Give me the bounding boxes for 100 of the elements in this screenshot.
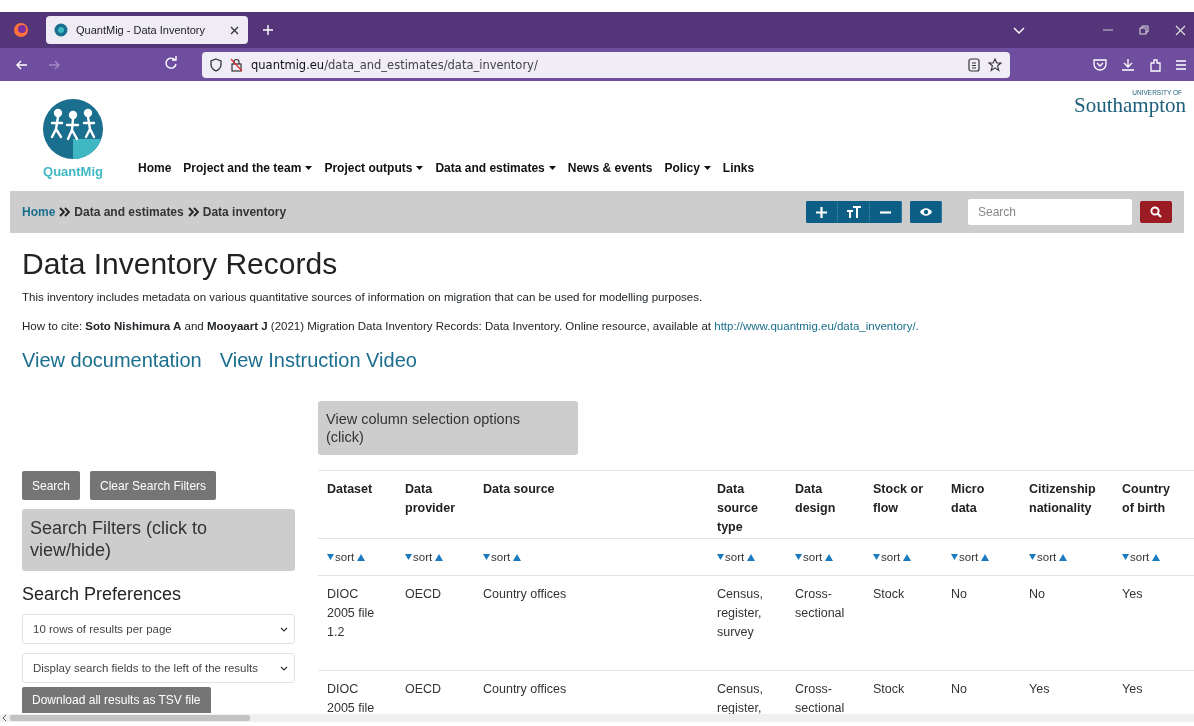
sort-up-icon[interactable]: [981, 553, 990, 561]
close-icon[interactable]: [229, 24, 240, 36]
nav-link[interactable]: Project outputs: [324, 161, 424, 175]
sort-label[interactable]: sort: [413, 551, 433, 563]
restore-icon[interactable]: [1139, 25, 1149, 35]
download-button[interactable]: Download all results as TSV file: [22, 687, 211, 713]
column-options-toggle[interactable]: View column selection options (click): [318, 401, 578, 455]
eye-icon: [918, 207, 933, 217]
chevron-down-icon[interactable]: [1013, 25, 1025, 35]
sort-up-icon[interactable]: [1059, 553, 1068, 561]
site-name: QuantMig: [43, 164, 103, 179]
sort-up-icon[interactable]: [825, 553, 834, 561]
documentation-link[interactable]: View documentation: [22, 349, 202, 372]
citation-link[interactable]: http://www.quantmig.eu/data_inventory/.: [714, 320, 919, 332]
sort-down-icon[interactable]: [327, 554, 334, 560]
extensions-icon[interactable]: [1149, 57, 1162, 72]
address-bar[interactable]: quantmig.eu/data_and_estimates/data_inventory/: [202, 51, 1010, 78]
sort-up-icon[interactable]: [435, 553, 444, 561]
sort-up-icon[interactable]: [903, 553, 912, 561]
new-tab-icon[interactable]: [262, 23, 274, 36]
sort-label[interactable]: sort: [959, 551, 979, 563]
table-cell-text: Country offices: [482, 681, 568, 698]
column-header: Data design: [794, 481, 837, 517]
sort-down-icon[interactable]: [405, 554, 412, 560]
nav-link[interactable]: News & events: [567, 161, 653, 175]
dropdown-select[interactable]: 10 rows of results per page: [22, 614, 295, 644]
breadcrumb-link[interactable]: Home: [22, 205, 56, 219]
column-header: Dataset: [326, 481, 374, 498]
documentation-link[interactable]: View Instruction Video: [219, 349, 417, 372]
table-cell-text: Census, register,: [716, 681, 764, 717]
sort-down-icon[interactable]: [483, 554, 490, 560]
nav-link[interactable]: Home: [138, 161, 172, 175]
chevron-down-icon: [280, 626, 288, 632]
sort-label[interactable]: sort: [1037, 551, 1057, 563]
table-cell-text: No: [950, 681, 968, 698]
table-cell-text: No: [1028, 586, 1046, 603]
chevron-down-icon: [280, 665, 288, 671]
menu-icon[interactable]: [1176, 58, 1186, 71]
sort-label[interactable]: sort: [803, 551, 823, 563]
sort-label[interactable]: sort: [725, 551, 745, 563]
minus-icon: [880, 210, 891, 214]
table-cell-text: Yes: [1121, 681, 1144, 698]
sort-down-icon[interactable]: [795, 554, 802, 560]
column-header: Micro data: [950, 481, 986, 517]
filter-button[interactable]: Clear Search Filters: [90, 471, 217, 500]
table-cell-text: Stock: [872, 681, 906, 698]
sort-down-icon[interactable]: [951, 554, 958, 560]
contrast-button[interactable]: [910, 201, 942, 223]
breadcrumb-item: Data inventory: [202, 205, 287, 219]
dropdown-select[interactable]: Display search fields to the left of the results: [22, 653, 295, 683]
star-icon[interactable]: [988, 57, 1002, 72]
column-header: Country of birth: [1121, 481, 1171, 517]
nav-link[interactable]: Policy: [664, 161, 711, 175]
table-cell-text: OECD: [404, 681, 443, 698]
table-cell-text: Cross-sectional: [794, 586, 846, 622]
reader-view-icon[interactable]: [968, 57, 980, 72]
filter-button[interactable]: Search: [22, 471, 81, 500]
sort-down-icon[interactable]: [873, 554, 880, 560]
table-cell-text: Cross-sectional: [794, 681, 846, 717]
sort-down-icon[interactable]: [717, 554, 724, 560]
browser-logo-icon[interactable]: [13, 22, 29, 38]
table-cell-text: Stock: [872, 586, 906, 603]
sort-up-icon[interactable]: [357, 553, 366, 561]
search-button[interactable]: [1140, 201, 1172, 223]
double-chevron-icon: [59, 207, 71, 217]
table-cell-text: Census, register, survey: [716, 586, 764, 641]
table-cell-text: Yes: [1028, 681, 1051, 698]
sort-down-icon[interactable]: [1029, 554, 1036, 560]
sort-up-icon[interactable]: [747, 553, 756, 561]
zoom-in-button[interactable]: [806, 201, 838, 223]
pocket-icon[interactable]: [1093, 58, 1107, 71]
search-field[interactable]: Search: [968, 199, 1132, 225]
double-chevron-icon: [187, 207, 199, 217]
globe-icon: [54, 23, 68, 37]
column-header: Data source type: [716, 481, 759, 536]
column-header: Stock or flow: [872, 481, 924, 517]
section-heading: Search Preferences: [22, 584, 182, 605]
sort-label[interactable]: sort: [335, 551, 355, 563]
search-icon: [1150, 206, 1162, 218]
reload-icon[interactable]: [164, 56, 178, 70]
nav-link[interactable]: Data and estimates: [435, 161, 556, 175]
citation-text: How to cite: Soto Nishimura A and Mooyaart J (2021) Migration Data Inventory Records: Data Inventory. Online resource, available at http://www.quantmig.eu/data_inventory/.: [22, 320, 920, 332]
table-cell-text: DIOC 2005 file 1.2: [326, 586, 376, 641]
column-header: Citizenship nationality: [1028, 481, 1097, 517]
sort-up-icon[interactable]: [513, 553, 522, 561]
breadcrumb-item: Data and estimates: [74, 205, 184, 219]
browser-tab[interactable]: QuantMig - Data Inventory: [46, 16, 248, 44]
sort-label[interactable]: sort: [881, 551, 901, 563]
sort-label[interactable]: sort: [1130, 551, 1150, 563]
sort-label[interactable]: sort: [491, 551, 511, 563]
column-header: Data source: [482, 481, 556, 498]
nav-link[interactable]: Links: [722, 161, 755, 175]
download-icon[interactable]: [1121, 58, 1135, 71]
nav-link[interactable]: Project and the team: [183, 161, 313, 175]
page-title: Data Inventory Records: [22, 247, 339, 281]
intro-text: This inventory includes metadata on various quantitative sources of information on migration that can be used for modelling purposes.: [22, 291, 704, 303]
sort-down-icon[interactable]: [1122, 554, 1129, 560]
sort-up-icon[interactable]: [1152, 553, 1161, 561]
table-cell-text: Yes: [1121, 586, 1144, 603]
filters-toggle[interactable]: Search Filters (click to view/hide): [22, 509, 295, 571]
